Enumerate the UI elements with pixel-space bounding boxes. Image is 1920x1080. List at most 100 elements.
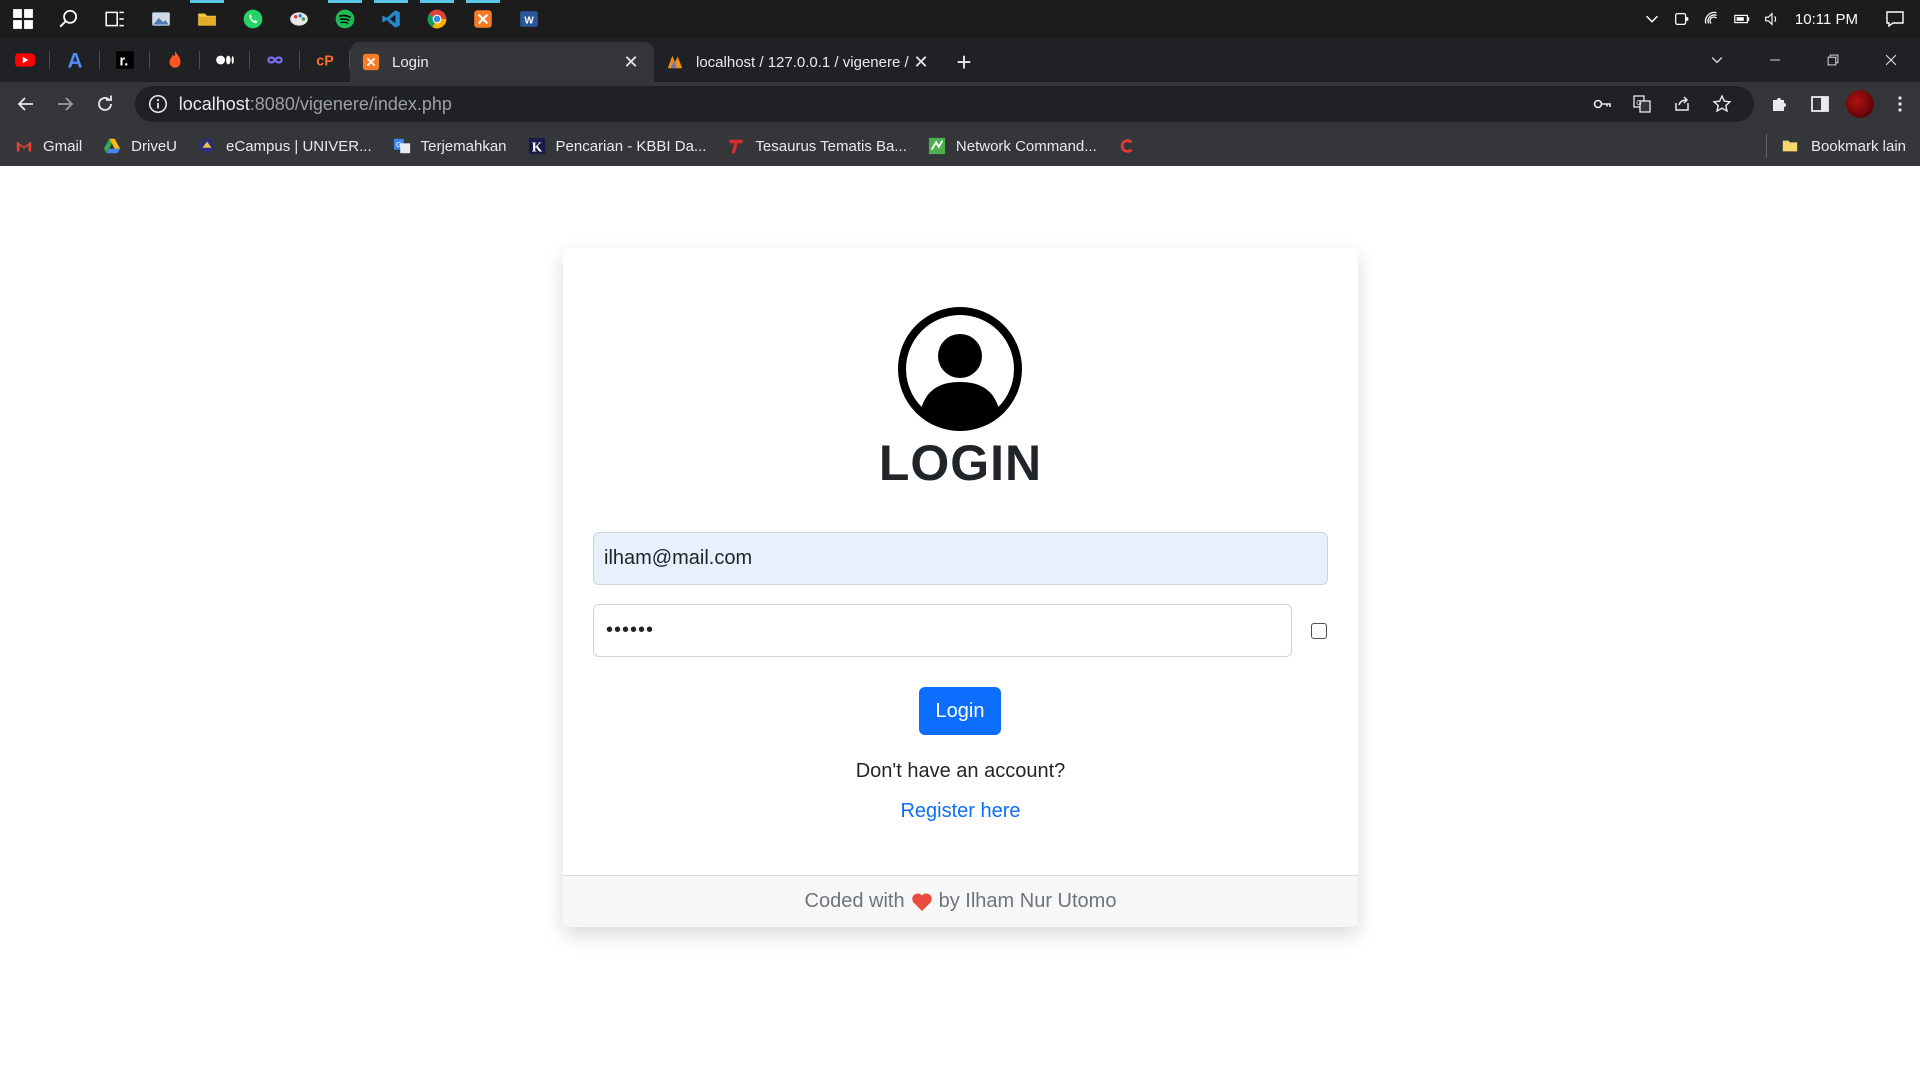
no-account-text: Don't have an account? (855, 760, 1066, 782)
svg-text:G: G (396, 140, 402, 149)
arrow-right-icon (58, 97, 74, 111)
close-window-button[interactable] (1862, 38, 1920, 82)
bookmark-gmail[interactable]: Gmail (14, 136, 82, 156)
pinned-tab-a[interactable]: A (50, 38, 100, 82)
share-icon[interactable] (1662, 86, 1702, 122)
pinned-tab-medium[interactable] (200, 38, 250, 82)
svg-text:r.: r. (120, 54, 129, 70)
r-icon: r. (116, 51, 134, 70)
register-link[interactable]: Register here (563, 800, 1358, 823)
pinned-tab-r[interactable]: r. (100, 38, 150, 82)
close-icon[interactable]: ✕ (910, 51, 932, 73)
cpanel-icon: cP (316, 54, 334, 70)
forward-button[interactable] (46, 84, 86, 124)
svg-text:cP: cP (316, 54, 334, 70)
profile-avatar[interactable] (1840, 84, 1880, 124)
tab-search-icon[interactable] (1688, 38, 1746, 82)
bookmark-driveu[interactable]: DriveU (102, 136, 177, 156)
bookmark-label: Pencarian - KBBI Da... (555, 137, 707, 155)
translate-icon[interactable]: G (1622, 86, 1662, 122)
folder-icon (1781, 136, 1801, 156)
heart-icon (911, 892, 932, 911)
close-icon[interactable]: ✕ (620, 51, 642, 73)
task-view-icon[interactable] (92, 0, 138, 38)
footer-suffix: by Ilham Nur Utomo (938, 890, 1117, 912)
pinned-tab-cpanel[interactable]: cP (300, 38, 350, 82)
paint-icon[interactable] (276, 0, 322, 38)
svg-text:A: A (67, 50, 82, 71)
pinned-tab-youtube[interactable] (0, 38, 50, 82)
whatsapp-icon[interactable] (230, 0, 276, 38)
password-key-icon[interactable] (1582, 86, 1622, 122)
minimize-button[interactable] (1746, 38, 1804, 82)
file-explorer-icon[interactable] (184, 0, 230, 38)
battery-icon[interactable] (1727, 0, 1757, 38)
volume-icon[interactable] (1757, 0, 1787, 38)
side-panel-icon[interactable] (1800, 84, 1840, 124)
new-tab-button[interactable]: + (944, 42, 984, 82)
browser-toolbar: localhost:8080/vigenere/index.php G (0, 82, 1920, 126)
show-password-checkbox[interactable] (1311, 623, 1327, 639)
taskbar-clock[interactable]: 10:11 PM (1787, 11, 1870, 28)
spotify-icon[interactable] (322, 0, 368, 38)
bookmark-label: Gmail (43, 137, 83, 155)
pinned-tab-fire[interactable] (150, 38, 200, 82)
email-input[interactable] (593, 532, 1328, 585)
bookmark-tesaurus[interactable]: Tesaurus Tematis Ba... (726, 136, 907, 156)
browser-tab-strip: A r. cP Login ✕ localhost / 127.0.0.1 / … (0, 38, 1920, 82)
bookmark-kbbi[interactable]: K Pencarian - KBBI Da... (527, 136, 707, 156)
phpmyadmin-icon (666, 53, 684, 71)
svg-text:K: K (531, 139, 542, 154)
vscode-icon[interactable] (368, 0, 414, 38)
bookmark-network[interactable]: Network Command... (927, 136, 1097, 156)
avatar (1845, 90, 1874, 118)
wifi-icon[interactable] (1697, 0, 1727, 38)
reload-icon (98, 95, 112, 111)
bookmark-label: DriveU (131, 137, 178, 155)
bookmark-label: Tesaurus Tematis Ba... (755, 137, 907, 155)
infinity-icon (267, 56, 283, 64)
reload-button[interactable] (85, 84, 125, 124)
medium-icon (216, 55, 234, 65)
device-icon[interactable] (1667, 0, 1697, 38)
chrome-icon[interactable] (414, 0, 460, 38)
tab-title: localhost / 127.0.0.1 / vigenere / (696, 53, 909, 71)
back-button[interactable] (6, 84, 46, 124)
bookmark-extra[interactable] (1117, 136, 1146, 156)
refresh-c-icon (1117, 136, 1137, 156)
url-host: localhost (178, 93, 250, 114)
site-info-icon[interactable] (147, 93, 169, 115)
kbbi-icon: K (527, 136, 547, 156)
page-content: LOGIN Login Don't have an account? Regis… (0, 166, 1920, 1080)
bookmark-label: Terjemahkan (420, 137, 507, 155)
notification-icon[interactable] (1870, 0, 1920, 38)
password-input[interactable] (593, 604, 1292, 657)
card-footer: Coded with by Ilham Nur Utomo (563, 875, 1358, 927)
search-icon[interactable] (46, 0, 92, 38)
fire-icon (169, 51, 181, 68)
chrome-menu-icon[interactable] (1880, 84, 1920, 124)
bookmark-star-icon[interactable] (1702, 86, 1742, 122)
bookmark-ecampus[interactable]: eCampus | UNIVER... (197, 136, 372, 156)
windows-start-icon[interactable] (0, 0, 46, 38)
restore-button[interactable] (1804, 38, 1862, 82)
svg-text:G: G (1636, 100, 1641, 107)
other-bookmarks-label: Bookmark lain (1810, 137, 1906, 155)
address-bar[interactable]: localhost:8080/vigenere/index.php G (134, 86, 1754, 122)
word-icon[interactable]: W (506, 0, 552, 38)
chevron-up-icon[interactable] (1637, 0, 1667, 38)
extensions-puzzle-icon[interactable] (1760, 84, 1800, 124)
tesaurus-icon (726, 136, 746, 156)
xampp-icon[interactable] (460, 0, 506, 38)
other-bookmarks[interactable]: Bookmark lain (1765, 134, 1920, 158)
photos-icon[interactable] (138, 0, 184, 38)
tab-login[interactable]: Login ✕ (350, 42, 654, 82)
login-button[interactable]: Login (919, 687, 1001, 735)
bookmarks-bar: Gmail DriveU eCampus | UNIVER... G Terje… (0, 126, 1920, 166)
footer-prefix: Coded with (804, 890, 905, 912)
tab-phpmyadmin[interactable]: localhost / 127.0.0.1 / vigenere / ✕ (654, 42, 944, 82)
bookmark-terjemahkan[interactable]: G Terjemahkan (392, 136, 507, 156)
pinned-tab-infinity[interactable] (250, 38, 300, 82)
arrow-left-icon (17, 97, 33, 111)
youtube-icon (15, 53, 35, 67)
